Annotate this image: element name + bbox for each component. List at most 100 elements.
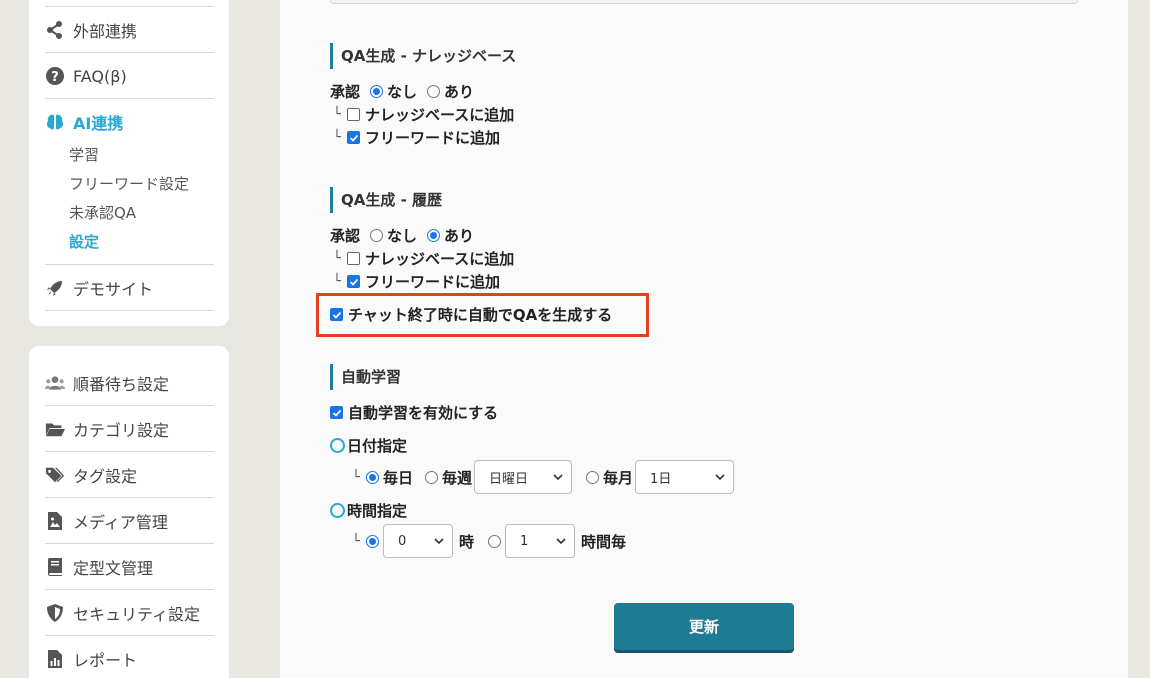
radio-none[interactable]: [370, 85, 384, 98]
section-title-qa-knowledge: QA生成 - ナレッジベース: [330, 43, 516, 69]
add-freeword-checkbox[interactable]: [347, 131, 360, 144]
monthly-label: 毎月: [603, 468, 634, 487]
sidebar-sub-item-freeword[interactable]: フリーワード設定: [69, 173, 189, 194]
tree-branch-icon: └: [352, 533, 360, 549]
sidebar-item-security[interactable]: セキュリティ設定: [45, 590, 214, 636]
add-freeword-label: フリーワードに追加: [365, 129, 501, 147]
radio-none[interactable]: [370, 229, 384, 242]
time-spec-label: 時間指定: [347, 502, 408, 520]
qa-history-approval-row: 承認 なし あり: [330, 225, 474, 246]
approval-label: 承認: [330, 227, 361, 245]
radio-none-label: なし: [387, 83, 418, 101]
interval-select[interactable]: 1: [505, 524, 576, 558]
sidebar-item-queue[interactable]: 順番待ち設定: [45, 360, 214, 406]
interval-select-value: 1: [520, 533, 529, 549]
sidebar-item-integrations[interactable]: 外部連携: [45, 7, 214, 53]
tags-icon: [45, 465, 65, 485]
text-area-bottom-edge[interactable]: [330, 0, 1078, 4]
image-file-icon: [45, 511, 65, 531]
sidebar-item-label: カテゴリ設定: [73, 421, 170, 440]
interval-unit-label: 時間毎: [581, 532, 627, 551]
chevron-down-icon: [553, 474, 563, 481]
auto-generate-qa-row: チャット終了時に自動でQAを生成する: [330, 304, 612, 325]
sidebar-item-demo-site[interactable]: デモサイト: [45, 265, 214, 311]
add-freeword-checkbox[interactable]: [347, 275, 360, 288]
hour-select-value: 0: [398, 533, 407, 549]
date-spec-row[interactable]: 日付指定: [330, 435, 407, 456]
sidebar-item-label: タグ設定: [73, 467, 138, 486]
sidebar-item-label: メディア管理: [73, 513, 168, 532]
radio-yes[interactable]: [427, 229, 441, 242]
hour-select[interactable]: 0: [383, 524, 453, 558]
qa-knowledge-add-knowledge-row: └ ナレッジベースに追加: [333, 104, 514, 125]
tree-branch-icon: └: [333, 130, 341, 145]
date-spec-label: 日付指定: [347, 437, 408, 455]
chevron-down-icon: [715, 474, 725, 481]
sidebar-item-faq[interactable]: ? FAQ(β): [45, 53, 214, 99]
chevron-down-icon: [434, 538, 444, 545]
radio-hour[interactable]: [366, 534, 379, 548]
qa-history-add-knowledge-row: └ ナレッジベースに追加: [333, 248, 514, 269]
add-knowledge-label: ナレッジベースに追加: [365, 250, 515, 268]
sidebar-item-tags[interactable]: タグ設定: [45, 452, 214, 498]
time-options-row: └ 0 時 1 時間毎: [352, 524, 626, 558]
auto-learning-enable-label: 自動学習を有効にする: [348, 404, 499, 422]
auto-generate-qa-checkbox[interactable]: [330, 308, 343, 321]
update-button[interactable]: 更新: [614, 603, 794, 650]
chevron-down-icon: [556, 538, 566, 545]
sidebar-item-report[interactable]: レポート: [45, 636, 214, 678]
weekday-select[interactable]: 日曜日: [474, 460, 573, 494]
section-title-auto-learning: 自動学習: [330, 364, 401, 390]
radio-interval[interactable]: [488, 534, 502, 548]
weekday-select-value: 日曜日: [489, 471, 529, 487]
auto-generate-qa-label: チャット終了時に自動でQAを生成する: [348, 306, 613, 324]
question-circle-icon: ?: [45, 66, 65, 86]
radio-monthly[interactable]: [586, 470, 600, 484]
tree-branch-icon: └: [352, 469, 360, 485]
sidebar-item-media[interactable]: メディア管理: [45, 498, 214, 544]
sidebar-item-templates[interactable]: 定型文管理: [45, 544, 214, 590]
users-icon: [45, 373, 65, 393]
svg-text:?: ?: [51, 70, 59, 85]
add-freeword-label: フリーワードに追加: [365, 273, 501, 291]
tree-branch-icon: └: [333, 251, 341, 266]
add-knowledge-checkbox[interactable]: [347, 108, 360, 121]
divider: [45, 310, 214, 311]
auto-learning-enable-checkbox[interactable]: [330, 406, 343, 419]
sidebar-sub-item-learning[interactable]: 学習: [69, 144, 99, 165]
qa-history-add-freeword-row: └ フリーワードに追加: [333, 271, 500, 292]
auto-learning-enable-row: 自動学習を有効にする: [330, 402, 498, 423]
sidebar-item-label: 定型文管理: [73, 559, 154, 578]
circle-icon: [330, 503, 345, 518]
sidebar-sub-item-unapproved-qa[interactable]: 未承認QA: [69, 202, 136, 223]
radio-none-label: なし: [387, 227, 418, 245]
shield-icon: [45, 603, 65, 623]
add-knowledge-label: ナレッジベースに追加: [365, 106, 515, 124]
circle-icon: [330, 438, 345, 453]
time-spec-row[interactable]: 時間指定: [330, 500, 407, 521]
qa-knowledge-approval-row: 承認 なし あり: [330, 81, 474, 102]
sidebar-item-category[interactable]: カテゴリ設定: [45, 406, 214, 452]
sidebar-item-label: AI連携: [73, 114, 124, 133]
folder-open-icon: [45, 419, 65, 439]
radio-yes-label: あり: [444, 227, 475, 245]
approval-label: 承認: [330, 83, 361, 101]
sidebar-item-label: デモサイト: [73, 280, 154, 299]
add-knowledge-checkbox[interactable]: [347, 252, 360, 265]
sidebar-item-label: 外部連携: [73, 22, 138, 41]
sidebar-item-ai[interactable]: AI連携: [45, 99, 214, 145]
monthday-select[interactable]: 1日: [635, 460, 735, 494]
daily-label: 毎日: [383, 468, 414, 487]
sidebar-sub-item-settings[interactable]: 設定: [69, 231, 99, 252]
share-icon: [45, 20, 65, 40]
rocket-icon: [45, 278, 65, 298]
sidebar-item-label: 順番待ち設定: [73, 375, 170, 394]
date-options-row: └ 毎日 毎週 日曜日 毎月 1日: [352, 460, 735, 494]
radio-weekly[interactable]: [425, 470, 439, 484]
sidebar-item-label: FAQ(β): [73, 66, 127, 86]
tree-branch-icon: └: [333, 274, 341, 289]
qa-knowledge-add-freeword-row: └ フリーワードに追加: [333, 127, 500, 148]
chart-file-icon: [45, 649, 65, 669]
radio-daily[interactable]: [366, 470, 379, 484]
radio-yes[interactable]: [427, 85, 441, 98]
